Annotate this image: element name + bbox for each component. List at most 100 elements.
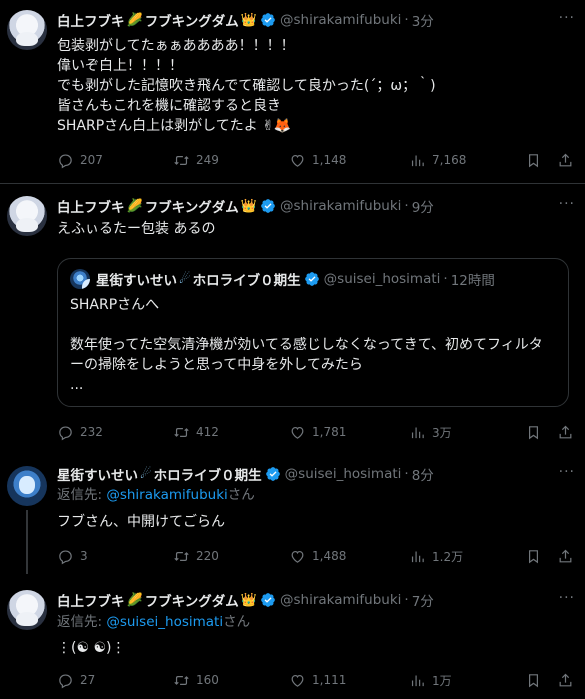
timestamp[interactable]: 9分 bbox=[412, 196, 434, 216]
tweet-header: 白上フブキ 🌽 フブキングダム 👑 @shirakamifubuki · 7分 bbox=[57, 590, 577, 610]
retweet-button[interactable]: 220 bbox=[173, 548, 219, 565]
retweet-button[interactable]: 160 bbox=[173, 672, 219, 689]
share-button[interactable] bbox=[557, 672, 574, 689]
retweet-icon bbox=[173, 548, 190, 565]
timestamp[interactable]: 8分 bbox=[412, 464, 434, 484]
quoted-tweet[interactable]: 星街すいせい ☄ ホロライブ０期生 @suisei_hosimati · 12時… bbox=[57, 258, 569, 407]
author-name[interactable]: 白上フブキ bbox=[57, 10, 125, 30]
like-button[interactable]: 1,111 bbox=[289, 672, 346, 689]
reply-count: 207 bbox=[80, 153, 103, 167]
retweet-button[interactable]: 249 bbox=[173, 152, 219, 169]
crown-emoji-icon: 👑 bbox=[240, 198, 257, 214]
mention-link[interactable]: @suisei_hosimati bbox=[106, 614, 223, 630]
author-handle[interactable]: @shirakamifubuki bbox=[280, 592, 401, 608]
views-button[interactable]: 1.2万 bbox=[409, 548, 463, 565]
tweet[interactable]: 白上フブキ 🌽 フブキングダム 👑 @shirakamifubuki · 3分 … bbox=[0, 10, 585, 180]
reply-icon bbox=[57, 424, 74, 441]
share-icon bbox=[557, 672, 574, 689]
share-button[interactable] bbox=[557, 152, 574, 169]
views-button[interactable]: 3万 bbox=[409, 424, 452, 441]
quoted-author-name-suffix: ホロライブ０期生 bbox=[192, 273, 301, 289]
bookmark-button[interactable] bbox=[525, 548, 542, 565]
reply-to-prefix: 返信先: bbox=[57, 614, 107, 630]
avatar[interactable] bbox=[7, 590, 47, 630]
reply-icon bbox=[57, 672, 74, 689]
tweet[interactable]: 白上フブキ 🌽 フブキングダム 👑 @shirakamifubuki · 7分 … bbox=[0, 590, 585, 695]
author-name-suffix[interactable]: フブキングダム bbox=[145, 196, 239, 216]
bookmark-button[interactable] bbox=[525, 152, 542, 169]
bookmark-button[interactable] bbox=[525, 672, 542, 689]
retweet-icon bbox=[173, 424, 190, 441]
heart-icon bbox=[289, 424, 306, 441]
avatar[interactable] bbox=[7, 10, 47, 50]
reply-to-suffix: さん bbox=[227, 487, 255, 503]
separator-dot: · bbox=[404, 12, 409, 28]
timestamp[interactable]: 7分 bbox=[412, 590, 434, 610]
reply-count: 3 bbox=[80, 549, 88, 563]
reply-button[interactable]: 3 bbox=[57, 548, 88, 565]
tweet-text: ⋮(☯︎ ☯︎)⋮ bbox=[57, 640, 126, 656]
author-name-suffix[interactable]: ホロライブ０期生 bbox=[154, 464, 262, 484]
views-button[interactable]: 1万 bbox=[409, 672, 452, 689]
author-name[interactable]: 星街すいせい bbox=[57, 464, 138, 484]
bookmark-button[interactable] bbox=[525, 424, 542, 441]
tweet-header: 星街すいせい ☄ ホロライブ０期生 @suisei_hosimati · 8分 bbox=[57, 464, 577, 484]
verified-badge-icon bbox=[260, 198, 276, 214]
author-name-suffix[interactable]: フブキングダム bbox=[145, 10, 239, 30]
avatar[interactable] bbox=[7, 196, 47, 236]
tweet-divider bbox=[0, 183, 585, 184]
tweet-actions: 207 249 1,148 7,168 bbox=[57, 150, 577, 170]
like-button[interactable]: 1,781 bbox=[289, 424, 346, 441]
corn-emoji-icon: 🌽 bbox=[126, 12, 143, 28]
share-button[interactable] bbox=[557, 424, 574, 441]
like-button[interactable]: 1,148 bbox=[289, 152, 346, 169]
tweet[interactable]: 白上フブキ 🌽 フブキングダム 👑 @shirakamifubuki · 9分 … bbox=[0, 196, 585, 446]
retweet-count: 220 bbox=[196, 549, 219, 563]
tweet-header: 白上フブキ 🌽 フブキングダム 👑 @shirakamifubuki · 9分 bbox=[57, 196, 577, 216]
separator-dot: · bbox=[404, 592, 409, 608]
reply-to-line: 返信先: @shirakamifubukiさん bbox=[57, 485, 577, 505]
quoted-tweet-header: 星街すいせい ☄ ホロライブ０期生 @suisei_hosimati · 12時… bbox=[70, 269, 495, 289]
verified-badge-icon bbox=[265, 466, 281, 482]
views-chart-icon bbox=[409, 548, 426, 565]
separator-dot: · bbox=[404, 198, 409, 214]
reply-to-line: 返信先: @suisei_hosimatiさん bbox=[57, 612, 577, 632]
tweet[interactable]: 星街すいせい ☄ ホロライブ０期生 @suisei_hosimati · 8分 … bbox=[0, 464, 585, 574]
author-handle[interactable]: @suisei_hosimati bbox=[285, 466, 402, 482]
separator-dot: · bbox=[443, 271, 448, 287]
reply-icon bbox=[57, 152, 74, 169]
view-count: 1万 bbox=[432, 673, 452, 688]
like-count: 1,488 bbox=[312, 549, 347, 563]
author-handle[interactable]: @shirakamifubuki bbox=[280, 12, 401, 28]
author-name[interactable]: 白上フブキ bbox=[57, 196, 125, 216]
quoted-author-handle: @suisei_hosimati bbox=[323, 271, 441, 287]
share-icon bbox=[557, 152, 574, 169]
reply-button[interactable]: 232 bbox=[57, 424, 103, 441]
comet-emoji-icon: ☄ bbox=[179, 271, 191, 287]
more-options-icon[interactable]: ··· bbox=[559, 10, 575, 26]
mention-link[interactable]: @shirakamifubuki bbox=[106, 487, 227, 503]
author-handle[interactable]: @shirakamifubuki bbox=[280, 198, 401, 214]
reply-button[interactable]: 207 bbox=[57, 152, 103, 169]
views-button[interactable]: 7,168 bbox=[409, 152, 466, 169]
retweet-button[interactable]: 412 bbox=[173, 424, 219, 441]
avatar[interactable] bbox=[7, 466, 47, 506]
like-button[interactable]: 1,488 bbox=[289, 548, 346, 565]
tweet-actions: 27 160 1,111 1万 bbox=[57, 670, 577, 690]
bookmark-icon bbox=[525, 548, 542, 565]
reply-to-suffix: さん bbox=[223, 614, 251, 630]
author-name-suffix[interactable]: フブキングダム bbox=[145, 590, 239, 610]
quoted-timestamp: 12時間 bbox=[450, 273, 495, 289]
heart-icon bbox=[289, 672, 306, 689]
author-name[interactable]: 白上フブキ bbox=[57, 590, 125, 610]
comet-emoji-icon: ☄ bbox=[140, 466, 152, 482]
more-options-icon[interactable]: ··· bbox=[559, 590, 575, 606]
thread-line bbox=[26, 510, 28, 574]
retweet-count: 412 bbox=[196, 425, 219, 439]
timestamp[interactable]: 3分 bbox=[412, 10, 434, 30]
reply-button[interactable]: 27 bbox=[57, 672, 95, 689]
more-options-icon[interactable]: ··· bbox=[559, 464, 575, 480]
more-options-icon[interactable]: ··· bbox=[559, 196, 575, 212]
bookmark-icon bbox=[525, 424, 542, 441]
share-button[interactable] bbox=[557, 548, 574, 565]
